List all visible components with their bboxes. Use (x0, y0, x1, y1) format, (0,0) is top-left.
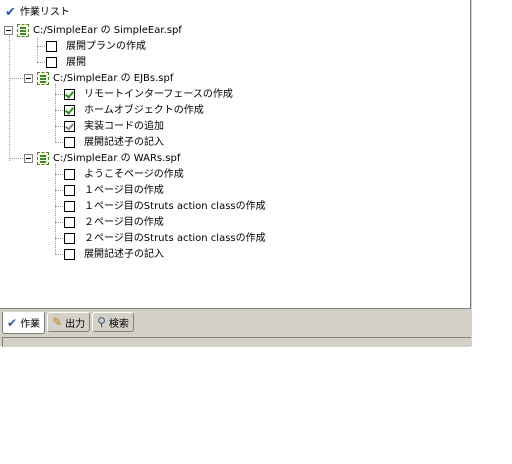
task-label: 展開プランの作成 (66, 41, 146, 52)
tab-search[interactable]: ⚲ 検索 (92, 312, 134, 332)
tab-label: 出力 (65, 318, 86, 330)
task-checkbox[interactable] (64, 217, 75, 228)
task-label: リモートインターフェースの作成 (84, 89, 233, 100)
task-checkbox[interactable] (46, 57, 57, 68)
task-checkbox[interactable] (64, 201, 75, 212)
task-label: １ページ目のStruts action classの作成 (84, 201, 266, 212)
collapse-toggle[interactable] (24, 74, 33, 83)
tree-project-row[interactable]: C:/SimpleEar の SimpleEar.spf (4, 23, 182, 38)
collapse-toggle[interactable] (4, 26, 13, 35)
panel-title: 作業リスト (19, 7, 70, 18)
tab-tasks[interactable]: ✔ 作業 (2, 312, 46, 334)
task-row[interactable]: リモートインターフェースの作成 (64, 87, 233, 102)
pencil-icon: ✎ (52, 315, 63, 329)
task-row[interactable]: １ページ目のStruts action classの作成 (64, 199, 266, 214)
task-label: ようこそページの作成 (84, 169, 184, 180)
spf-file-icon (37, 72, 49, 85)
spf-file-icon (17, 24, 29, 37)
task-label: 実装コードの追加 (84, 121, 164, 132)
view-tabs: ✔ 作業 ✎ 出力 ⚲ 検索 (2, 312, 134, 334)
task-checkbox[interactable] (64, 121, 75, 132)
tab-label: 検索 (108, 318, 129, 330)
task-tree[interactable]: ✔ 作業リスト C:/SimpleEar の SimpleEar.spf 展開プ… (0, 0, 471, 309)
task-row[interactable]: ２ページ目のStruts action classの作成 (64, 231, 266, 246)
project-label: C:/SimpleEar の SimpleEar.spf (33, 25, 182, 36)
task-label: 展開記述子の記入 (84, 137, 164, 148)
magnifier-icon: ⚲ (97, 315, 106, 329)
tab-output[interactable]: ✎ 出力 (47, 312, 91, 332)
task-row[interactable]: 展開プランの作成 (46, 39, 146, 54)
task-row[interactable]: ２ページ目の作成 (64, 215, 164, 230)
task-row[interactable]: 展開記述子の記入 (64, 247, 164, 262)
project-label: C:/SimpleEar の EJBs.spf (53, 73, 174, 84)
task-checkbox[interactable] (64, 169, 75, 180)
task-label: ２ページ目の作成 (84, 217, 164, 228)
task-checkbox[interactable] (64, 89, 75, 100)
checkmark-icon: ✔ (7, 315, 18, 330)
task-row[interactable]: 展開記述子の記入 (64, 135, 164, 150)
spf-file-icon (37, 152, 49, 165)
task-row[interactable]: 展開 (46, 55, 86, 70)
task-checkbox[interactable] (46, 41, 57, 52)
task-row[interactable]: 実装コードの追加 (64, 119, 164, 134)
project-label: C:/SimpleEar の WARs.spf (53, 153, 181, 164)
tree-project-row[interactable]: C:/SimpleEar の EJBs.spf (24, 71, 173, 86)
tree-line (9, 158, 25, 159)
tree-line (9, 78, 25, 79)
task-checkbox[interactable] (64, 233, 75, 244)
checkmark-icon: ✔ (5, 5, 16, 20)
task-checkbox[interactable] (64, 249, 75, 260)
tab-label: 作業 (20, 319, 41, 330)
task-label: ２ページ目のStruts action classの作成 (84, 233, 266, 244)
task-checkbox[interactable] (64, 105, 75, 116)
tree-line (55, 164, 56, 254)
task-row[interactable]: ホームオブジェクトの作成 (64, 103, 204, 118)
task-label: 展開記述子の記入 (84, 249, 164, 260)
task-checkbox[interactable] (64, 185, 75, 196)
task-checkbox[interactable] (64, 137, 75, 148)
task-row[interactable]: ようこそページの作成 (64, 167, 184, 182)
tree-line (55, 84, 56, 142)
tree-project-row[interactable]: C:/SimpleEar の WARs.spf (24, 151, 180, 166)
task-label: 展開 (66, 57, 86, 68)
collapse-toggle[interactable] (24, 154, 33, 163)
tree-line (9, 36, 10, 161)
task-list-panel: ✔ 作業リスト C:/SimpleEar の SimpleEar.spf 展開プ… (0, 0, 472, 347)
panel-header: ✔ 作業リスト (5, 6, 70, 20)
task-label: ホームオブジェクトの作成 (84, 105, 204, 116)
task-row[interactable]: １ページ目の作成 (64, 183, 164, 198)
tree-line (37, 37, 38, 62)
status-bar (2, 337, 471, 347)
task-label: １ページ目の作成 (84, 185, 164, 196)
